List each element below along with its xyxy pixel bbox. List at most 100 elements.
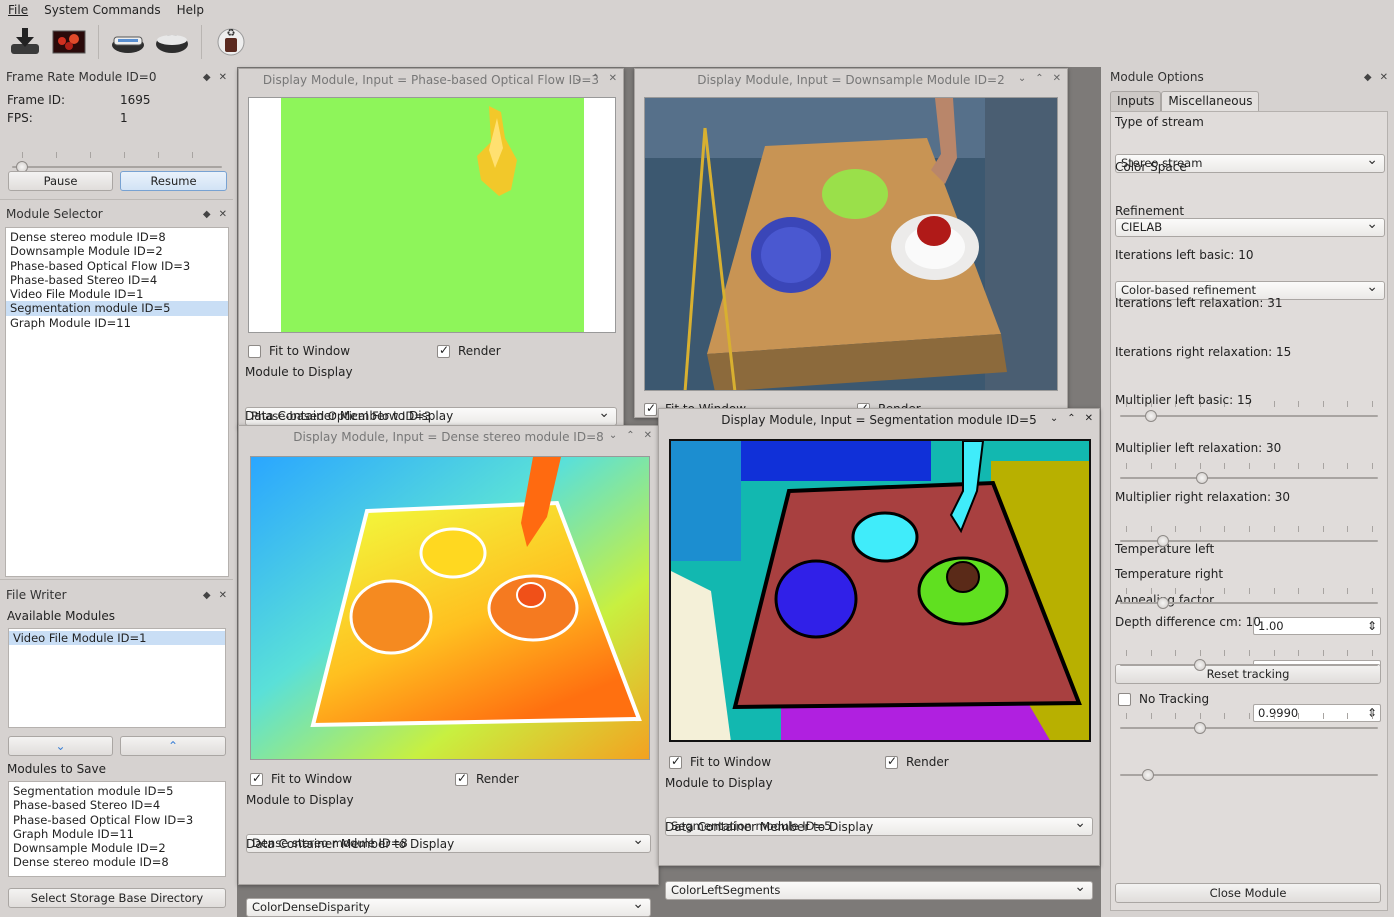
maximize-icon[interactable]: ⌃ bbox=[1067, 413, 1075, 424]
float-icon[interactable]: ◆ bbox=[203, 72, 211, 83]
slider-knob[interactable] bbox=[1142, 769, 1154, 781]
close-icon[interactable]: ✕ bbox=[1085, 413, 1093, 424]
fit-to-window-checkbox[interactable]: Fit to Window bbox=[250, 771, 352, 786]
temperature-left-spinbox[interactable]: 1.00 bbox=[1253, 617, 1381, 635]
checkbox-box[interactable] bbox=[455, 771, 468, 786]
option-slider[interactable] bbox=[1120, 587, 1378, 610]
option-slider[interactable] bbox=[1120, 525, 1378, 548]
data-member-select[interactable]: ColorDenseDisparity bbox=[246, 898, 651, 917]
tab-miscellaneous[interactable]: Miscellaneous bbox=[1161, 91, 1260, 111]
menu-help[interactable]: Help bbox=[169, 3, 212, 17]
data-member-label: Data Container Member to Display bbox=[665, 820, 874, 834]
display-window-segmentation[interactable]: Display Module, Input = Segmentation mod… bbox=[658, 408, 1100, 900]
list-item[interactable]: Graph Module ID=11 bbox=[6, 316, 228, 330]
slider-knob[interactable] bbox=[1193, 659, 1206, 672]
download-button[interactable] bbox=[6, 24, 44, 60]
pause-button[interactable]: Pause bbox=[8, 171, 113, 191]
close-icon[interactable]: ✕ bbox=[609, 73, 617, 84]
option-slider[interactable] bbox=[1120, 650, 1378, 672]
file-writer-title: File Writer bbox=[6, 588, 67, 602]
list-item[interactable]: Graph Module ID=11 bbox=[9, 827, 225, 841]
checkbox-box[interactable] bbox=[437, 343, 450, 358]
checkbox-box[interactable] bbox=[248, 345, 261, 358]
option-slider[interactable] bbox=[1120, 712, 1378, 735]
window-title-bar[interactable]: Display Module, Input = Segmentation mod… bbox=[659, 409, 1099, 431]
window-title-bar[interactable]: Display Module, Input = Phase-based Opti… bbox=[239, 69, 623, 91]
checkbox-box[interactable] bbox=[885, 754, 898, 769]
color-space-select[interactable]: CIELAB bbox=[1115, 218, 1385, 237]
slider-knob[interactable] bbox=[1193, 721, 1206, 734]
minimize-icon[interactable]: ⌄ bbox=[1018, 73, 1026, 84]
render-checkbox[interactable]: Render bbox=[437, 343, 501, 358]
optical-flow-image bbox=[248, 97, 616, 333]
display-window-dense-stereo[interactable]: Display Module, Input = Dense stereo mod… bbox=[238, 425, 659, 917]
fit-to-window-checkbox[interactable]: Fit to Window bbox=[248, 344, 350, 358]
close-module-button[interactable]: Close Module bbox=[1115, 883, 1381, 903]
slider-knob[interactable] bbox=[1144, 410, 1157, 422]
slider-knob[interactable] bbox=[1156, 534, 1169, 547]
close-icon[interactable]: ✕ bbox=[1053, 73, 1061, 84]
option-slider[interactable] bbox=[1120, 463, 1378, 485]
checkbox-box[interactable] bbox=[250, 771, 263, 786]
render-checkbox[interactable]: Render bbox=[885, 754, 949, 769]
module-options-title-bar: Module Options ◆ ✕ bbox=[1104, 67, 1394, 87]
list-item[interactable]: Phase-based Stereo ID=4 bbox=[6, 273, 228, 287]
slider-knob[interactable] bbox=[1196, 472, 1209, 485]
list-item[interactable]: Video File Module ID=1 bbox=[6, 287, 228, 301]
close-icon[interactable]: ✕ bbox=[219, 209, 227, 220]
image-button[interactable] bbox=[50, 24, 88, 60]
float-icon[interactable]: ◆ bbox=[203, 209, 211, 220]
move-down-button[interactable]: ⌄ bbox=[8, 736, 113, 756]
maximize-icon[interactable]: ⌃ bbox=[626, 430, 634, 441]
menu-file[interactable]: File bbox=[0, 3, 36, 17]
recycle-button[interactable]: ♻ bbox=[212, 24, 250, 60]
list-item[interactable]: Downsample Module ID=2 bbox=[9, 841, 225, 855]
fit-to-window-checkbox[interactable]: Fit to Window bbox=[669, 754, 771, 769]
minimize-icon[interactable]: ⌄ bbox=[609, 430, 617, 441]
display-window-downsample[interactable]: Display Module, Input = Downsample Modul… bbox=[634, 68, 1068, 418]
drive-button[interactable] bbox=[153, 24, 191, 60]
list-item[interactable]: Phase-based Optical Flow ID=3 bbox=[6, 259, 228, 273]
checkbox-box[interactable] bbox=[1118, 693, 1131, 706]
checkbox-box[interactable] bbox=[669, 754, 682, 769]
tab-inputs[interactable]: Inputs bbox=[1110, 91, 1162, 111]
menu-system-commands[interactable]: System Commands bbox=[36, 3, 169, 17]
scanner-button[interactable] bbox=[109, 24, 147, 60]
available-modules-list[interactable]: Video File Module ID=1 bbox=[8, 628, 226, 728]
render-checkbox[interactable]: Render bbox=[455, 771, 519, 786]
window-title-bar[interactable]: Display Module, Input = Dense stereo mod… bbox=[239, 426, 658, 448]
option-slider[interactable] bbox=[1120, 401, 1378, 423]
window-title-bar[interactable]: Display Module, Input = Downsample Modul… bbox=[635, 69, 1067, 91]
data-member-select[interactable]: ColorLeftSegments bbox=[665, 881, 1093, 900]
option-slider-label: Multiplier left relaxation: 30 bbox=[1115, 441, 1282, 456]
list-item[interactable]: Downsample Module ID=2 bbox=[6, 244, 228, 258]
frame-rate-panel: Frame Rate Module ID=0 ◆ ✕ Frame ID: 1695… bbox=[0, 67, 233, 200]
list-item[interactable]: Phase-based Optical Flow ID=3 bbox=[9, 813, 225, 827]
resume-button[interactable]: Resume bbox=[120, 171, 227, 191]
modules-to-save-list[interactable]: Segmentation module ID=5 Phase-based Ste… bbox=[8, 781, 226, 877]
checkbox-box[interactable] bbox=[644, 402, 657, 416]
float-icon[interactable]: ◆ bbox=[1364, 72, 1372, 83]
no-tracking-checkbox[interactable]: No Tracking bbox=[1118, 692, 1209, 706]
minimize-icon[interactable]: ⌄ bbox=[1050, 413, 1058, 424]
list-item[interactable]: Phase-based Stereo ID=4 bbox=[9, 798, 225, 812]
maximize-icon[interactable]: ⌃ bbox=[1035, 73, 1043, 84]
list-item-selected[interactable]: Segmentation module ID=5 bbox=[6, 301, 228, 316]
close-icon[interactable]: ✕ bbox=[219, 72, 227, 83]
move-up-button[interactable]: ⌃ bbox=[120, 736, 226, 756]
list-item[interactable]: Dense stereo module ID=8 bbox=[6, 230, 228, 244]
depth-difference-slider[interactable] bbox=[1120, 768, 1378, 782]
select-storage-dir-button[interactable]: Select Storage Base Directory bbox=[8, 888, 226, 908]
close-icon[interactable]: ✕ bbox=[644, 430, 652, 441]
close-icon[interactable]: ✕ bbox=[1380, 72, 1388, 83]
list-item-selected[interactable]: Video File Module ID=1 bbox=[9, 631, 225, 646]
close-icon[interactable]: ✕ bbox=[219, 590, 227, 601]
maximize-icon[interactable]: ⌃ bbox=[591, 73, 599, 84]
list-item[interactable]: Dense stereo module ID=8 bbox=[9, 855, 225, 869]
display-window-optical-flow[interactable]: Display Module, Input = Phase-based Opti… bbox=[238, 68, 624, 428]
minimize-icon[interactable]: ⌄ bbox=[574, 73, 582, 84]
slider-knob[interactable] bbox=[1156, 596, 1169, 609]
list-item[interactable]: Segmentation module ID=5 bbox=[9, 784, 225, 798]
float-icon[interactable]: ◆ bbox=[203, 590, 211, 601]
module-selector-list[interactable]: Dense stereo module ID=8 Downsample Modu… bbox=[5, 227, 229, 577]
